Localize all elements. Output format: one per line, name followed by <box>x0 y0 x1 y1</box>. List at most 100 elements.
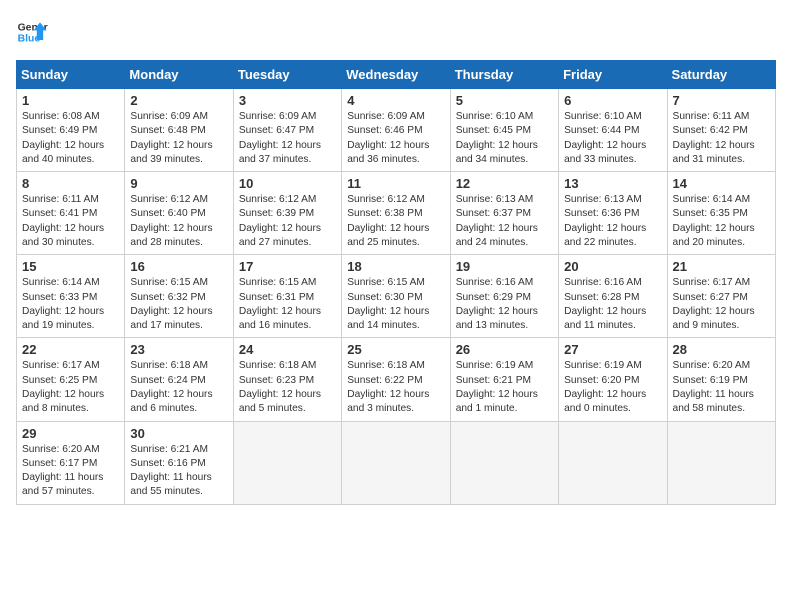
day-number: 14 <box>673 176 770 191</box>
day-number: 5 <box>456 93 553 108</box>
calendar-cell: 14 Sunrise: 6:14 AMSunset: 6:35 PMDayligh… <box>667 172 775 255</box>
calendar-cell: 23 Sunrise: 6:18 AMSunset: 6:24 PMDayligh… <box>125 338 233 421</box>
calendar-header-row: SundayMondayTuesdayWednesdayThursdayFrid… <box>17 61 776 89</box>
day-info: Sunrise: 6:13 AMSunset: 6:36 PMDaylight:… <box>564 193 661 250</box>
calendar-cell: 18 Sunrise: 6:15 AMSunset: 6:30 PMDayligh… <box>342 255 450 338</box>
day-number: 10 <box>239 176 336 191</box>
day-info: Sunrise: 6:21 AMSunset: 6:16 PMDaylight:… <box>130 443 227 500</box>
day-header-sunday: Sunday <box>17 61 125 89</box>
day-info: Sunrise: 6:11 AMSunset: 6:41 PMDaylight:… <box>22 193 119 250</box>
day-info: Sunrise: 6:12 AMSunset: 6:38 PMDaylight:… <box>347 193 444 250</box>
day-number: 12 <box>456 176 553 191</box>
day-number: 6 <box>564 93 661 108</box>
day-header-tuesday: Tuesday <box>233 61 341 89</box>
calendar-cell: 2Sunrise: 6:09 AMSunset: 6:48 PMDaylight… <box>125 89 233 172</box>
day-info: Sunrise: 6:10 AMSunset: 6:45 PMDaylight:… <box>456 110 553 167</box>
calendar-cell: 4 Sunrise: 6:09 AMSunset: 6:46 PMDaylight… <box>342 89 450 172</box>
day-number: 2 <box>130 93 227 108</box>
day-info: Sunrise: 6:19 AMSunset: 6:21 PMDaylight:… <box>456 359 553 416</box>
day-number: 8 <box>22 176 119 191</box>
day-number: 19 <box>456 259 553 274</box>
day-number: 30 <box>130 426 227 441</box>
day-header-friday: Friday <box>559 61 667 89</box>
calendar-week-1: 8 Sunrise: 6:11 AMSunset: 6:41 PMDaylight… <box>17 172 776 255</box>
day-number: 17 <box>239 259 336 274</box>
calendar-cell: 28 Sunrise: 6:20 AMSunset: 6:19 PMDayligh… <box>667 338 775 421</box>
day-info: Sunrise: 6:17 AMSunset: 6:25 PMDaylight:… <box>22 359 119 416</box>
day-info: Sunrise: 6:14 AMSunset: 6:35 PMDaylight:… <box>673 193 770 250</box>
day-number: 4 <box>347 93 444 108</box>
day-info: Sunrise: 6:19 AMSunset: 6:20 PMDaylight:… <box>564 359 661 416</box>
day-info: Sunrise: 6:16 AMSunset: 6:28 PMDaylight:… <box>564 276 661 333</box>
calendar-cell <box>233 421 341 504</box>
calendar-cell: 21Sunrise: 6:17 AMSunset: 6:27 PMDayligh… <box>667 255 775 338</box>
day-number: 25 <box>347 342 444 357</box>
day-info: Sunrise: 6:15 AMSunset: 6:32 PMDaylight:… <box>130 276 227 333</box>
calendar-cell <box>559 421 667 504</box>
calendar-cell: 22Sunrise: 6:17 AMSunset: 6:25 PMDayligh… <box>17 338 125 421</box>
day-info: Sunrise: 6:15 AMSunset: 6:30 PMDaylight:… <box>347 276 444 333</box>
calendar-week-4: 29 Sunrise: 6:20 AMSunset: 6:17 PMDayligh… <box>17 421 776 504</box>
day-info: Sunrise: 6:18 AMSunset: 6:22 PMDaylight:… <box>347 359 444 416</box>
day-info: Sunrise: 6:14 AMSunset: 6:33 PMDaylight:… <box>22 276 119 333</box>
day-info: Sunrise: 6:10 AMSunset: 6:44 PMDaylight:… <box>564 110 661 167</box>
page-header: General Blue <box>16 16 776 48</box>
calendar-cell: 27 Sunrise: 6:19 AMSunset: 6:20 PMDayligh… <box>559 338 667 421</box>
day-info: Sunrise: 6:15 AMSunset: 6:31 PMDaylight:… <box>239 276 336 333</box>
day-number: 3 <box>239 93 336 108</box>
calendar-cell: 20 Sunrise: 6:16 AMSunset: 6:28 PMDayligh… <box>559 255 667 338</box>
calendar-cell: 13 Sunrise: 6:13 AMSunset: 6:36 PMDayligh… <box>559 172 667 255</box>
day-header-thursday: Thursday <box>450 61 558 89</box>
day-number: 24 <box>239 342 336 357</box>
day-info: Sunrise: 6:08 AMSunset: 6:49 PMDaylight:… <box>22 110 119 167</box>
calendar-cell: 10 Sunrise: 6:12 AMSunset: 6:39 PMDayligh… <box>233 172 341 255</box>
calendar-cell: 11 Sunrise: 6:12 AMSunset: 6:38 PMDayligh… <box>342 172 450 255</box>
calendar-cell: 26Sunrise: 6:19 AMSunset: 6:21 PMDayligh… <box>450 338 558 421</box>
calendar-cell: 7Sunrise: 6:11 AMSunset: 6:42 PMDaylight… <box>667 89 775 172</box>
calendar-cell <box>450 421 558 504</box>
day-header-saturday: Saturday <box>667 61 775 89</box>
calendar-cell: 9Sunrise: 6:12 AMSunset: 6:40 PMDaylight… <box>125 172 233 255</box>
calendar-cell: 12 Sunrise: 6:13 AMSunset: 6:37 PMDayligh… <box>450 172 558 255</box>
calendar-week-0: 1Sunrise: 6:08 AMSunset: 6:49 PMDaylight… <box>17 89 776 172</box>
calendar-cell: 19 Sunrise: 6:16 AMSunset: 6:29 PMDayligh… <box>450 255 558 338</box>
calendar-cell: 15 Sunrise: 6:14 AMSunset: 6:33 PMDayligh… <box>17 255 125 338</box>
day-number: 28 <box>673 342 770 357</box>
calendar-cell: 6 Sunrise: 6:10 AMSunset: 6:44 PMDaylight… <box>559 89 667 172</box>
day-info: Sunrise: 6:12 AMSunset: 6:39 PMDaylight:… <box>239 193 336 250</box>
day-header-monday: Monday <box>125 61 233 89</box>
calendar-cell: 16 Sunrise: 6:15 AMSunset: 6:32 PMDayligh… <box>125 255 233 338</box>
day-number: 15 <box>22 259 119 274</box>
day-info: Sunrise: 6:13 AMSunset: 6:37 PMDaylight:… <box>456 193 553 250</box>
day-number: 13 <box>564 176 661 191</box>
day-info: Sunrise: 6:09 AMSunset: 6:47 PMDaylight:… <box>239 110 336 167</box>
day-number: 18 <box>347 259 444 274</box>
calendar-cell: 8 Sunrise: 6:11 AMSunset: 6:41 PMDaylight… <box>17 172 125 255</box>
calendar-table: SundayMondayTuesdayWednesdayThursdayFrid… <box>16 60 776 505</box>
calendar-cell: 17 Sunrise: 6:15 AMSunset: 6:31 PMDayligh… <box>233 255 341 338</box>
day-info: Sunrise: 6:11 AMSunset: 6:42 PMDaylight:… <box>673 110 770 167</box>
day-info: Sunrise: 6:16 AMSunset: 6:29 PMDaylight:… <box>456 276 553 333</box>
calendar-cell: 30 Sunrise: 6:21 AMSunset: 6:16 PMDayligh… <box>125 421 233 504</box>
day-info: Sunrise: 6:18 AMSunset: 6:24 PMDaylight:… <box>130 359 227 416</box>
day-number: 20 <box>564 259 661 274</box>
calendar-cell: 29 Sunrise: 6:20 AMSunset: 6:17 PMDayligh… <box>17 421 125 504</box>
calendar-cell: 1Sunrise: 6:08 AMSunset: 6:49 PMDaylight… <box>17 89 125 172</box>
calendar-cell <box>342 421 450 504</box>
logo: General Blue <box>16 16 48 48</box>
calendar-cell: 24Sunrise: 6:18 AMSunset: 6:23 PMDayligh… <box>233 338 341 421</box>
day-number: 27 <box>564 342 661 357</box>
day-info: Sunrise: 6:20 AMSunset: 6:17 PMDaylight:… <box>22 443 119 500</box>
calendar-week-3: 22Sunrise: 6:17 AMSunset: 6:25 PMDayligh… <box>17 338 776 421</box>
day-info: Sunrise: 6:09 AMSunset: 6:46 PMDaylight:… <box>347 110 444 167</box>
day-number: 23 <box>130 342 227 357</box>
day-info: Sunrise: 6:12 AMSunset: 6:40 PMDaylight:… <box>130 193 227 250</box>
calendar-week-2: 15 Sunrise: 6:14 AMSunset: 6:33 PMDayligh… <box>17 255 776 338</box>
day-header-wednesday: Wednesday <box>342 61 450 89</box>
day-number: 21 <box>673 259 770 274</box>
day-number: 11 <box>347 176 444 191</box>
day-info: Sunrise: 6:20 AMSunset: 6:19 PMDaylight:… <box>673 359 770 416</box>
calendar-cell: 5 Sunrise: 6:10 AMSunset: 6:45 PMDaylight… <box>450 89 558 172</box>
day-number: 16 <box>130 259 227 274</box>
day-number: 29 <box>22 426 119 441</box>
